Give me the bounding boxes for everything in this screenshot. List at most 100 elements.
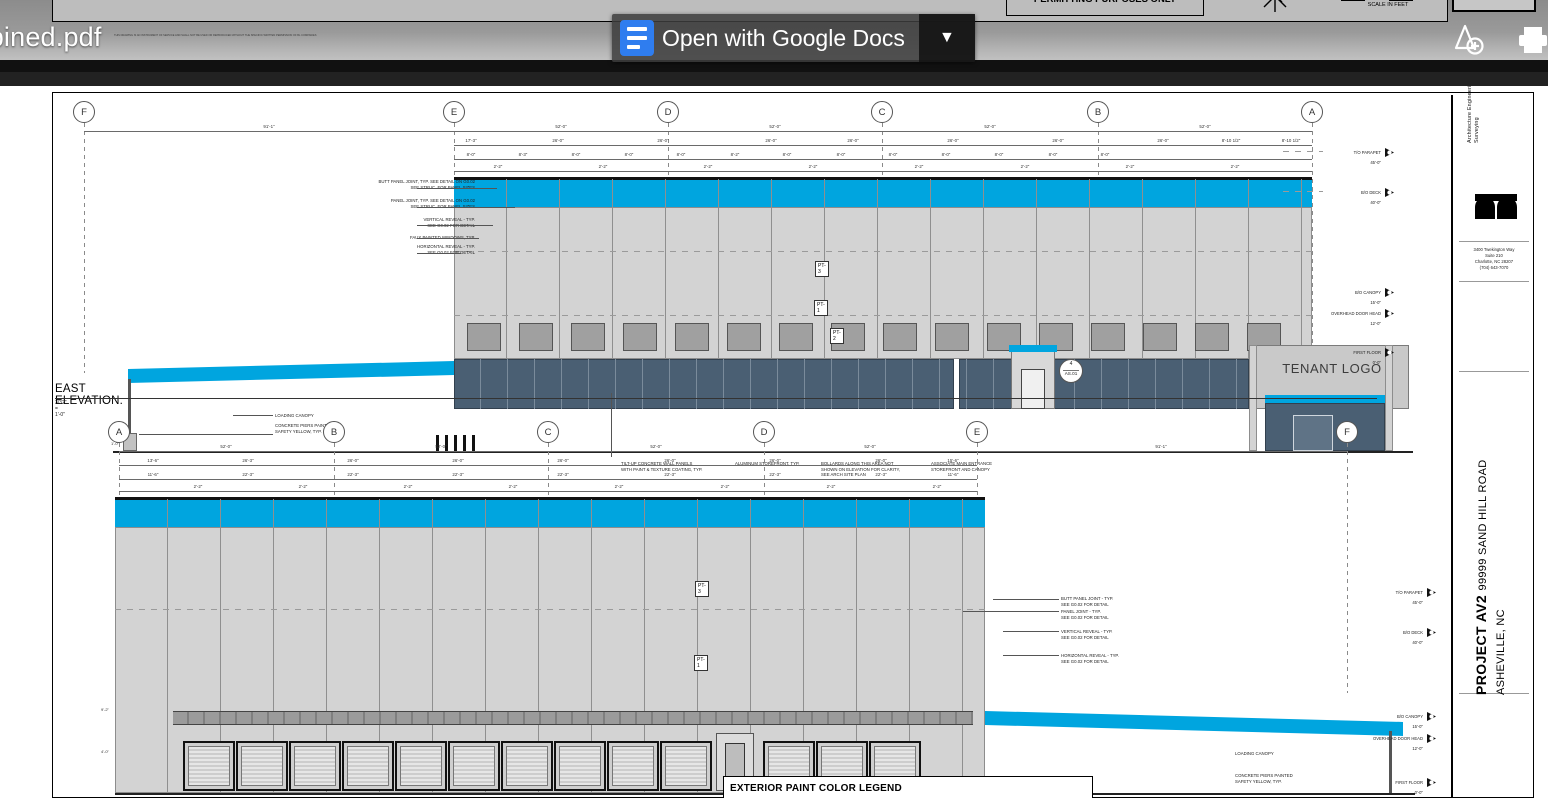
level-marker-icon [1427, 734, 1436, 743]
dim-west-reveal-1: 2'-2" [298, 484, 308, 489]
level-west-oh-door: OVERHEAD DOOR HEAD 12'-0" [1372, 736, 1423, 751]
dim-reveal-5: 2'-2" [1020, 164, 1030, 169]
dim-overall-2: 52'-0" [769, 124, 781, 129]
detail-bubble-number: 4 [1069, 361, 1073, 367]
level-west-parapet: T/O PARAPET 45'-0" [1395, 590, 1423, 605]
dim-panel-9: 8'-0" [941, 152, 951, 157]
dim-west-overall-2: 52'-0" [650, 444, 662, 449]
grid-bubble-a: A [1301, 101, 1323, 123]
dim-west-panel-5: 22'-3" [664, 472, 676, 477]
add-annotation-icon[interactable] [1452, 22, 1486, 56]
dim-overall-0: 91'-1" [263, 124, 275, 129]
dim-west-bay-4: 26'-0" [452, 458, 464, 463]
dim-west-reveal-0: 2'-2" [193, 484, 203, 489]
grid-bubble-west-a: A [108, 421, 130, 443]
paint-tag-pt3: PT-3 [815, 261, 829, 277]
east-elevation-scale: 3/32" = 1'-0" [55, 400, 67, 418]
grid-bubble-b: B [1087, 101, 1109, 123]
dim-panel-12: 8'-0" [1100, 152, 1110, 157]
project-city: ASHEVILLE, NC [1495, 609, 1507, 695]
paint-tag-west-pt1: PT-1 [694, 655, 708, 671]
level-marker-icon [1385, 348, 1394, 357]
dim-panel-4: 8'-0" [676, 152, 686, 157]
dim-bay-0: 17'-3" [465, 138, 477, 143]
dock-door[interactable] [660, 741, 712, 791]
dock-door[interactable] [342, 741, 394, 791]
level-marker-icon [1427, 778, 1436, 787]
pdf-page: F E D C B A 91'-1" 52'-0" 52'-0" 52'-0" [0, 86, 1548, 798]
google-docs-icon [620, 20, 654, 56]
dim-panel-5: 8'-2" [730, 152, 740, 157]
level-deck: B/O DECK 40'-0" [1360, 190, 1381, 205]
dim-reveal-7: 2'-2" [1230, 164, 1240, 169]
dim-west-panel-1: 22'-3" [242, 472, 254, 477]
dim-panel-0: 8'-0" [466, 152, 476, 157]
dock-door[interactable] [395, 741, 447, 791]
dim-west-reveal-6: 2'-2" [826, 484, 836, 489]
grid-bubble-west-d: D [753, 421, 775, 443]
level-oh-door: OVERHEAD DOOR HEAD 12'-0" [1330, 311, 1381, 326]
dim-bay-2: 26'-0" [657, 138, 669, 143]
dim-bay-6: 26'-0" [1052, 138, 1064, 143]
dim-west-bay-0: 1'-0" [111, 441, 119, 446]
dim-west-bay-6: 26'-0" [664, 458, 676, 463]
dock-door[interactable] [501, 741, 553, 791]
note-west-butt-panel-joint: BUTT PANEL JOINT - TYP. SEE G0.02 FOR DE… [1061, 596, 1114, 607]
dim-bay-8: 8'-10 1/2" [1221, 138, 1241, 143]
dock-door[interactable] [183, 741, 235, 791]
dim-reveal-6: 2'-2" [1125, 164, 1135, 169]
level-parapet: T/O PARAPET 45'-0" [1353, 150, 1381, 165]
dock-door[interactable] [607, 741, 659, 791]
paint-tag-pt1: PT-1 [814, 300, 828, 316]
dim-west-panel-0: 11'-6" [147, 472, 159, 477]
east-loading-canopy [128, 361, 454, 383]
exterior-paint-color-legend: EXTERIOR PAINT COLOR LEGEND [723, 776, 1093, 798]
dim-reveal-2: 2'-2" [703, 164, 713, 169]
dim-west-panel-9: 11'-6" [947, 472, 959, 477]
level-west-deck: B/O DECK 40'-0" [1402, 630, 1423, 645]
grid-bubble-west-b: B [323, 421, 345, 443]
note-west-concrete-piers: CONCRETE PIERS PAINTED SAFETY YELLOW, TY… [1235, 773, 1293, 784]
note-west-panel-joint: PANEL JOINT - TYP. SEE G0.02 FOR DETAIL [1061, 609, 1109, 620]
paint-tag-west-pt3: PT-3 [695, 581, 709, 597]
dim-west-overall-1: 52'-0" [435, 444, 447, 449]
dim-west-panel-7: 22'-3" [875, 472, 887, 477]
firm-logo [1475, 194, 1517, 219]
print-icon[interactable] [1516, 22, 1548, 56]
note-loading-canopy: LOADING CANOPY [275, 413, 314, 418]
dim-west-overall-5: 91'-1" [1155, 444, 1167, 449]
detail-bubble-sheet: AS.01 [1064, 371, 1078, 376]
project-name: PROJECT AV2 [1473, 594, 1489, 695]
dim-west-bay-3: 26'-0" [347, 458, 359, 463]
dim-west-reveal-4: 2'-2" [614, 484, 624, 489]
dim-bay-7: 26'-0" [1157, 138, 1169, 143]
dock-door[interactable] [554, 741, 606, 791]
dim-west-panel-2: 22'-3" [347, 472, 359, 477]
open-with-dropdown-caret[interactable]: ▼ [918, 14, 975, 62]
dim-panel-3: 8'-0" [624, 152, 634, 157]
dim-west-bay-7: 26'-0" [769, 458, 781, 463]
scale-bar-caption: SCALE IN FEET [1367, 2, 1409, 8]
drawing-sheet-border: F E D C B A 91'-1" 52'-0" 52'-0" 52'-0" [52, 86, 1534, 798]
level-marker-icon [1385, 288, 1394, 297]
title-block: Architecture Engineering Environmental L… [1451, 86, 1533, 797]
dim-panel-10: 8'-0" [994, 152, 1004, 157]
pdf-viewer: NOT FOR CONSTRUCTION FOR PERMITTING PURP… [0, 0, 1548, 798]
level-marker-icon [1385, 309, 1394, 318]
dim-panel-11: 8'-0" [1048, 152, 1058, 157]
north-arrow-icon [1263, 0, 1287, 12]
dock-door[interactable] [236, 741, 288, 791]
dock-door[interactable] [289, 741, 341, 791]
file-name-label: mbined.pdf [0, 22, 102, 52]
legend-title: EXTERIOR PAINT COLOR LEGEND [730, 783, 902, 794]
dim-west-overall-3: 52'-0" [864, 444, 876, 449]
dock-bumper-band [173, 711, 973, 725]
dim-west-reveal-7: 2'-2" [932, 484, 942, 489]
open-with-google-docs-button[interactable]: Open with Google Docs ▼ [612, 14, 975, 62]
firm-address: 3400 Twekington Way Suite 210 Charlotte,… [1473, 247, 1515, 270]
grid-bubble-d: D [657, 101, 679, 123]
dim-west-bay-5: 26'-0" [557, 458, 569, 463]
dim-west-panel-3: 22'-3" [452, 472, 464, 477]
dim-reveal-1: 2'-2" [598, 164, 608, 169]
dock-door[interactable] [448, 741, 500, 791]
